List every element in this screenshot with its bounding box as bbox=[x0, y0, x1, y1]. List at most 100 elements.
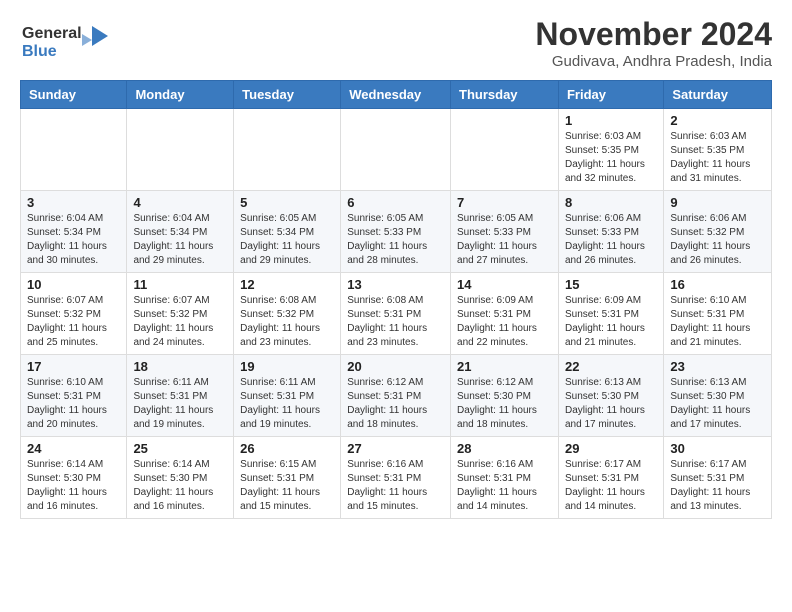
day-number: 1 bbox=[565, 113, 657, 128]
day-cell: 7Sunrise: 6:05 AM Sunset: 5:33 PM Daylig… bbox=[451, 191, 559, 273]
day-info: Sunrise: 6:06 AM Sunset: 5:33 PM Dayligh… bbox=[565, 212, 657, 268]
day-cell: 18 Sunrise: 6:11 AM Sunset: 5:31 PM Dayli… bbox=[127, 355, 234, 437]
page: General Blue November 2024 Gudivava, And… bbox=[0, 0, 792, 529]
weekday-header-tuesday: Tuesday bbox=[234, 81, 341, 109]
day-info: Sunrise: 6:04 AM Sunset: 5:34 PM Dayligh… bbox=[27, 212, 120, 268]
day-cell: 29Sunrise: 6:17 AM Sunset: 5:31 PM Dayli… bbox=[558, 437, 663, 519]
day-info: Sunrise: 6:13 AM Sunset: 5:30 PM Dayligh… bbox=[670, 376, 765, 432]
week-row-4: 17 Sunrise: 6:10 AM Sunset: 5:31 PM Dayli… bbox=[21, 355, 772, 437]
day-cell: 10 Sunrise: 6:07 AM Sunset: 5:32 PM Dayli… bbox=[21, 273, 127, 355]
day-info: Sunrise: 6:05 AM Sunset: 5:34 PM Dayligh… bbox=[240, 212, 334, 268]
day-cell: 11 Sunrise: 6:07 AM Sunset: 5:32 PM Dayli… bbox=[127, 273, 234, 355]
day-cell: 21Sunrise: 6:12 AM Sunset: 5:30 PM Dayli… bbox=[451, 355, 559, 437]
day-info: Sunrise: 6:16 AM Sunset: 5:31 PM Dayligh… bbox=[347, 458, 444, 514]
day-cell: 5 Sunrise: 6:05 AM Sunset: 5:34 PM Daylig… bbox=[234, 191, 341, 273]
day-cell: 6 Sunrise: 6:05 AM Sunset: 5:33 PM Daylig… bbox=[341, 191, 451, 273]
day-info: Sunrise: 6:05 AM Sunset: 5:33 PM Dayligh… bbox=[347, 212, 444, 268]
day-info: Sunrise: 6:08 AM Sunset: 5:32 PM Dayligh… bbox=[240, 294, 334, 350]
day-number: 26 bbox=[240, 441, 334, 456]
day-info: Sunrise: 6:15 AM Sunset: 5:31 PM Dayligh… bbox=[240, 458, 334, 514]
day-number: 13 bbox=[347, 277, 444, 292]
day-number: 7 bbox=[457, 195, 552, 210]
day-info: Sunrise: 6:09 AM Sunset: 5:31 PM Dayligh… bbox=[457, 294, 552, 350]
day-cell: 23 Sunrise: 6:13 AM Sunset: 5:30 PM Dayli… bbox=[664, 355, 772, 437]
day-info: Sunrise: 6:06 AM Sunset: 5:32 PM Dayligh… bbox=[670, 212, 765, 268]
day-number: 12 bbox=[240, 277, 334, 292]
day-number: 17 bbox=[27, 359, 120, 374]
day-number: 24 bbox=[27, 441, 120, 456]
logo-wordmark: General Blue bbox=[20, 16, 110, 69]
day-info: Sunrise: 6:14 AM Sunset: 5:30 PM Dayligh… bbox=[27, 458, 120, 514]
day-cell: 25 Sunrise: 6:14 AM Sunset: 5:30 PM Dayli… bbox=[127, 437, 234, 519]
day-info: Sunrise: 6:13 AM Sunset: 5:30 PM Dayligh… bbox=[565, 376, 657, 432]
day-number: 3 bbox=[27, 195, 120, 210]
day-info: Sunrise: 6:03 AM Sunset: 5:35 PM Dayligh… bbox=[670, 130, 765, 186]
month-title: November 2024 bbox=[535, 16, 772, 53]
logo: General Blue bbox=[20, 16, 110, 69]
day-cell: 30Sunrise: 6:17 AM Sunset: 5:31 PM Dayli… bbox=[664, 437, 772, 519]
day-cell: 16Sunrise: 6:10 AM Sunset: 5:31 PM Dayli… bbox=[664, 273, 772, 355]
day-cell: 22 Sunrise: 6:13 AM Sunset: 5:30 PM Dayli… bbox=[558, 355, 663, 437]
day-number: 18 bbox=[133, 359, 227, 374]
svg-text:Blue: Blue bbox=[22, 43, 57, 60]
weekday-header-thursday: Thursday bbox=[451, 81, 559, 109]
day-number: 22 bbox=[565, 359, 657, 374]
day-cell bbox=[341, 109, 451, 191]
day-number: 5 bbox=[240, 195, 334, 210]
day-info: Sunrise: 6:07 AM Sunset: 5:32 PM Dayligh… bbox=[27, 294, 120, 350]
day-cell: 19Sunrise: 6:11 AM Sunset: 5:31 PM Dayli… bbox=[234, 355, 341, 437]
day-cell: 26 Sunrise: 6:15 AM Sunset: 5:31 PM Dayli… bbox=[234, 437, 341, 519]
week-row-3: 10 Sunrise: 6:07 AM Sunset: 5:32 PM Dayli… bbox=[21, 273, 772, 355]
day-info: Sunrise: 6:10 AM Sunset: 5:31 PM Dayligh… bbox=[27, 376, 120, 432]
day-number: 28 bbox=[457, 441, 552, 456]
day-number: 9 bbox=[670, 195, 765, 210]
day-cell: 15 Sunrise: 6:09 AM Sunset: 5:31 PM Dayli… bbox=[558, 273, 663, 355]
day-info: Sunrise: 6:08 AM Sunset: 5:31 PM Dayligh… bbox=[347, 294, 444, 350]
day-info: Sunrise: 6:17 AM Sunset: 5:31 PM Dayligh… bbox=[565, 458, 657, 514]
weekday-header-friday: Friday bbox=[558, 81, 663, 109]
day-info: Sunrise: 6:11 AM Sunset: 5:31 PM Dayligh… bbox=[133, 376, 227, 432]
day-cell: 17 Sunrise: 6:10 AM Sunset: 5:31 PM Dayli… bbox=[21, 355, 127, 437]
day-info: Sunrise: 6:07 AM Sunset: 5:32 PM Dayligh… bbox=[133, 294, 227, 350]
day-cell: 4Sunrise: 6:04 AM Sunset: 5:34 PM Daylig… bbox=[127, 191, 234, 273]
weekday-header-monday: Monday bbox=[127, 81, 234, 109]
day-cell: 24 Sunrise: 6:14 AM Sunset: 5:30 PM Dayli… bbox=[21, 437, 127, 519]
day-number: 15 bbox=[565, 277, 657, 292]
day-number: 2 bbox=[670, 113, 765, 128]
weekday-header-sunday: Sunday bbox=[21, 81, 127, 109]
day-cell: 13 Sunrise: 6:08 AM Sunset: 5:31 PM Dayli… bbox=[341, 273, 451, 355]
day-number: 6 bbox=[347, 195, 444, 210]
day-cell: 12 Sunrise: 6:08 AM Sunset: 5:32 PM Dayli… bbox=[234, 273, 341, 355]
day-cell: 9 Sunrise: 6:06 AM Sunset: 5:32 PM Daylig… bbox=[664, 191, 772, 273]
day-cell bbox=[21, 109, 127, 191]
day-number: 4 bbox=[133, 195, 227, 210]
day-number: 20 bbox=[347, 359, 444, 374]
svg-text:General: General bbox=[22, 25, 82, 42]
weekday-header-wednesday: Wednesday bbox=[341, 81, 451, 109]
day-number: 23 bbox=[670, 359, 765, 374]
day-cell bbox=[234, 109, 341, 191]
day-info: Sunrise: 6:17 AM Sunset: 5:31 PM Dayligh… bbox=[670, 458, 765, 514]
day-cell: 20Sunrise: 6:12 AM Sunset: 5:31 PM Dayli… bbox=[341, 355, 451, 437]
weekday-header-saturday: Saturday bbox=[664, 81, 772, 109]
week-row-2: 3 Sunrise: 6:04 AM Sunset: 5:34 PM Daylig… bbox=[21, 191, 772, 273]
day-info: Sunrise: 6:10 AM Sunset: 5:31 PM Dayligh… bbox=[670, 294, 765, 350]
day-info: Sunrise: 6:12 AM Sunset: 5:30 PM Dayligh… bbox=[457, 376, 552, 432]
week-row-1: 1 Sunrise: 6:03 AM Sunset: 5:35 PM Daylig… bbox=[21, 109, 772, 191]
day-number: 11 bbox=[133, 277, 227, 292]
title-block: November 2024 Gudivava, Andhra Pradesh, … bbox=[535, 16, 772, 70]
day-cell: 2 Sunrise: 6:03 AM Sunset: 5:35 PM Daylig… bbox=[664, 109, 772, 191]
day-cell: 27 Sunrise: 6:16 AM Sunset: 5:31 PM Dayli… bbox=[341, 437, 451, 519]
day-info: Sunrise: 6:09 AM Sunset: 5:31 PM Dayligh… bbox=[565, 294, 657, 350]
day-cell bbox=[127, 109, 234, 191]
calendar: SundayMondayTuesdayWednesdayThursdayFrid… bbox=[20, 80, 772, 519]
day-info: Sunrise: 6:14 AM Sunset: 5:30 PM Dayligh… bbox=[133, 458, 227, 514]
day-number: 14 bbox=[457, 277, 552, 292]
day-number: 27 bbox=[347, 441, 444, 456]
day-cell bbox=[451, 109, 559, 191]
day-number: 10 bbox=[27, 277, 120, 292]
day-info: Sunrise: 6:16 AM Sunset: 5:31 PM Dayligh… bbox=[457, 458, 552, 514]
day-cell: 14 Sunrise: 6:09 AM Sunset: 5:31 PM Dayli… bbox=[451, 273, 559, 355]
day-info: Sunrise: 6:03 AM Sunset: 5:35 PM Dayligh… bbox=[565, 130, 657, 186]
day-number: 25 bbox=[133, 441, 227, 456]
